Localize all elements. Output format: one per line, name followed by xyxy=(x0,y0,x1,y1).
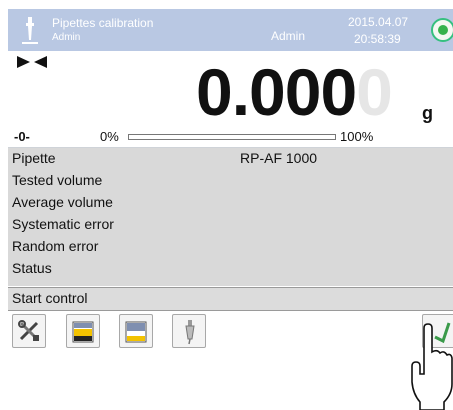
weight-ghost-digit: 0 xyxy=(356,55,393,129)
print-footer-icon xyxy=(125,321,147,343)
print-footer-button[interactable] xyxy=(119,314,153,348)
bottom-toolbar xyxy=(8,311,453,351)
title-bar: Pipettes calibration Admin Admin 2015.04… xyxy=(8,9,453,51)
load-bar-min-label: 0% xyxy=(100,129,119,144)
info-row-label: Status xyxy=(12,260,52,276)
date-label: 2015.04.07 xyxy=(348,15,409,29)
load-bar xyxy=(128,134,336,140)
pipette-icon xyxy=(185,320,195,345)
pipette-mode-icon xyxy=(22,17,38,44)
app-title: Pipettes calibration xyxy=(52,16,154,30)
print-header-button[interactable] xyxy=(66,314,100,348)
weight-value: 0.000 xyxy=(196,55,357,129)
tools-button[interactable] xyxy=(12,314,46,348)
info-row-label: Systematic error xyxy=(12,216,114,232)
weighing-display: 0.0000 g -0- 0% 100% xyxy=(8,51,453,148)
info-row-label: Tested volume xyxy=(12,172,103,188)
user-label: Admin xyxy=(271,29,306,43)
info-panel: Pipette RP-AF 1000 Tested volume Average… xyxy=(8,148,453,286)
info-row-label: Average volume xyxy=(12,194,113,210)
time-label: 20:58:39 xyxy=(354,32,401,46)
status-led-icon[interactable] xyxy=(431,18,453,42)
zero-indicator: -0- xyxy=(14,129,30,144)
pipette-button[interactable] xyxy=(172,314,206,348)
weight-reading: 0.0000 xyxy=(196,59,393,125)
app-subtitle: Admin xyxy=(52,32,81,43)
tools-icon xyxy=(18,320,39,341)
print-header-icon xyxy=(72,321,94,343)
hand-pointer-icon xyxy=(411,323,453,410)
start-control-label: Start control xyxy=(12,290,88,306)
stability-marker-icon xyxy=(17,56,47,68)
info-row-value: RP-AF 1000 xyxy=(240,150,318,166)
load-bar-max-label: 100% xyxy=(340,129,374,144)
info-row-label: Pipette xyxy=(12,150,56,166)
start-control-button[interactable]: Start control xyxy=(8,287,453,311)
weight-unit: g xyxy=(422,103,433,123)
info-row-label: Random error xyxy=(12,238,99,254)
